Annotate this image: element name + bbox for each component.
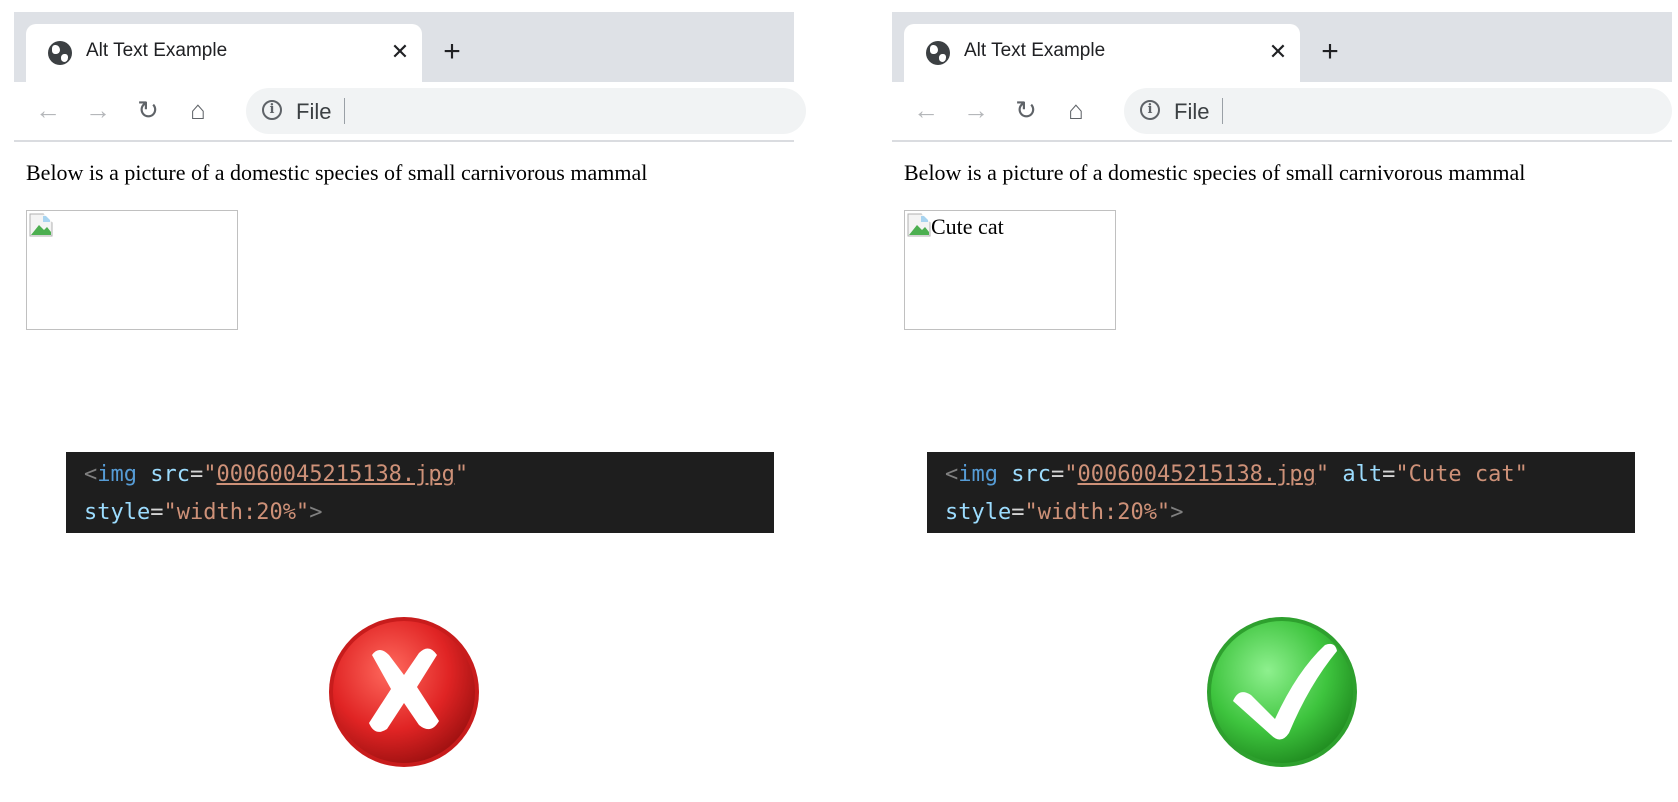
tab-title: Alt Text Example xyxy=(86,40,228,61)
forward-arrow-icon[interactable]: → xyxy=(960,94,992,126)
check-mark-icon xyxy=(1207,617,1357,767)
alt-text: Cute cat xyxy=(931,214,1004,239)
page-paragraph: Below is a picture of a domestic species… xyxy=(904,160,1526,185)
tab-title: Alt Text Example xyxy=(964,40,1106,61)
address-separator xyxy=(1222,98,1223,124)
right-panel-correct-example: Alt Text Example ✕ + ← → ↻ ⌂ i File Belo… xyxy=(892,0,1672,802)
close-tab-button[interactable]: ✕ xyxy=(1266,40,1290,64)
new-tab-button[interactable]: + xyxy=(1316,37,1344,67)
code-line-1: <img src="00060045215138.jpg" xyxy=(84,462,469,487)
broken-image-icon xyxy=(29,213,53,237)
address-bar[interactable]: i File xyxy=(246,88,806,134)
reload-icon[interactable]: ↻ xyxy=(1010,94,1042,126)
code-line-2: style="width:20%"> xyxy=(945,500,1184,525)
address-separator xyxy=(344,98,345,124)
broken-image xyxy=(26,210,238,330)
page-paragraph: Below is a picture of a domestic species… xyxy=(26,160,648,185)
broken-image-icon xyxy=(907,213,931,237)
address-text: File xyxy=(296,99,332,124)
code-line-1: <img src="00060045215138.jpg" alt="Cute … xyxy=(945,462,1528,487)
code-line-2: style="width:20%"> xyxy=(84,500,323,525)
back-arrow-icon[interactable]: ← xyxy=(910,94,942,126)
browser-tab[interactable]: Alt Text Example ✕ xyxy=(26,24,422,82)
browser-toolbar: ← → ↻ ⌂ i File xyxy=(892,82,1672,142)
code-snippet: <img src="00060045215138.jpg" alt="Cute … xyxy=(927,452,1635,533)
alt-value: "Cute cat" xyxy=(1395,462,1528,487)
broken-image-with-alt: Cute cat xyxy=(904,210,1116,330)
new-tab-button[interactable]: + xyxy=(438,37,466,67)
x-mark-icon xyxy=(329,617,479,767)
left-panel-incorrect-example: Alt Text Example ✕ + ← → ↻ ⌂ i File Belo… xyxy=(14,0,806,802)
browser-tab[interactable]: Alt Text Example ✕ xyxy=(904,24,1300,82)
code-snippet: <img src="00060045215138.jpg" style="wid… xyxy=(66,452,774,533)
close-tab-button[interactable]: ✕ xyxy=(388,40,412,64)
address-bar[interactable]: i File xyxy=(1124,88,1672,134)
browser-toolbar: ← → ↻ ⌂ i File xyxy=(14,82,806,142)
back-arrow-icon[interactable]: ← xyxy=(32,94,64,126)
info-icon[interactable]: i xyxy=(1140,100,1160,120)
globe-icon xyxy=(48,41,72,65)
tab-strip: Alt Text Example ✕ + xyxy=(14,12,794,82)
forward-arrow-icon[interactable]: → xyxy=(82,94,114,126)
src-filename: 00060045215138.jpg xyxy=(216,462,455,487)
home-icon[interactable]: ⌂ xyxy=(182,94,214,126)
home-icon[interactable]: ⌂ xyxy=(1060,94,1092,126)
address-text: File xyxy=(1174,99,1210,124)
globe-icon xyxy=(926,41,950,65)
tab-strip: Alt Text Example ✕ + xyxy=(892,12,1672,82)
reload-icon[interactable]: ↻ xyxy=(132,94,164,126)
src-filename: 00060045215138.jpg xyxy=(1077,462,1316,487)
info-icon[interactable]: i xyxy=(262,100,282,120)
